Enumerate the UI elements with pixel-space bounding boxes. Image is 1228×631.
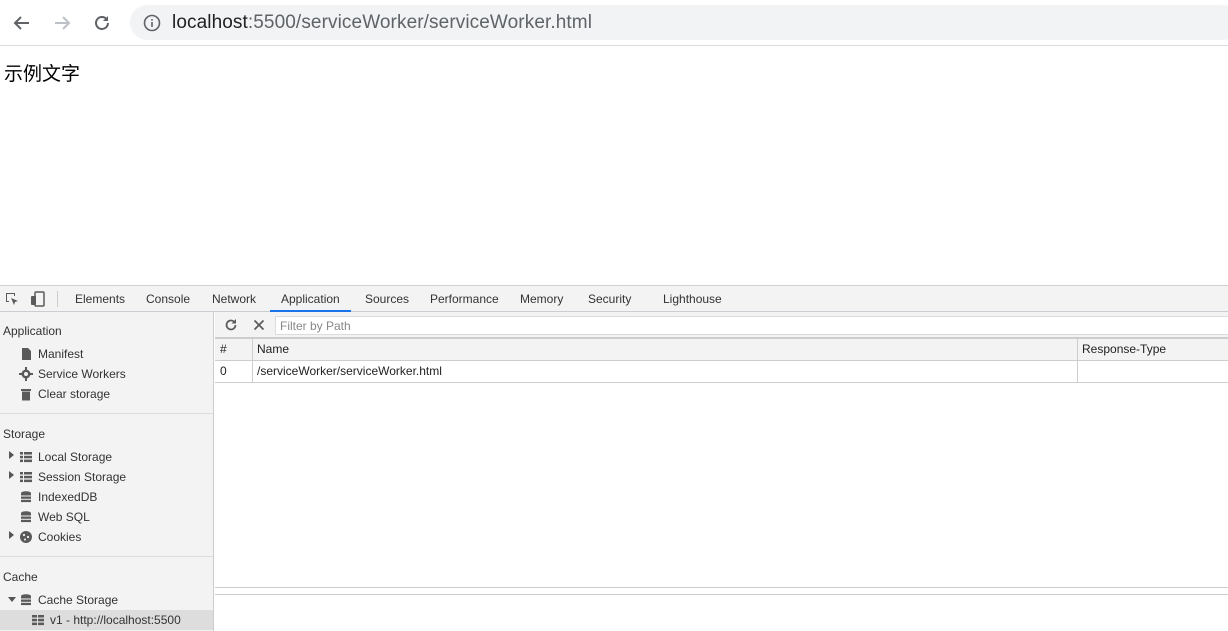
url-text: localhost:5500/serviceWorker/serviceWork…	[172, 12, 592, 34]
column-header-name[interactable]: Name	[252, 339, 1077, 360]
sidebar-item-cache-v1[interactable]: v1 - http://localhost:5500	[0, 610, 213, 630]
sidebar-item-label: v1 - http://localhost:5500	[50, 613, 181, 627]
tab-network[interactable]: Network	[212, 286, 256, 312]
preview-pane-divider[interactable]	[215, 594, 1228, 595]
document-icon	[22, 348, 31, 360]
address-bar[interactable]: localhost:5500/serviceWorker/serviceWork…	[130, 5, 1228, 40]
sidebar-item-label: Clear storage	[38, 387, 111, 401]
column-divider[interactable]	[1077, 339, 1078, 382]
sidebar-item-manifest[interactable]: Manifest	[0, 344, 213, 364]
forward-button[interactable]	[50, 11, 74, 35]
collapse-arrow-icon[interactable]	[8, 597, 16, 602]
sidebar-item-clear-storage[interactable]: Clear storage	[0, 384, 213, 404]
trash-icon	[21, 389, 31, 401]
sidebar-item-service-workers[interactable]: Service Workers	[0, 364, 213, 384]
column-header-index[interactable]: #	[215, 339, 252, 360]
cache-entries-table: # Name Response-Type 0 /serviceWorker/se…	[215, 338, 1228, 588]
info-icon[interactable]	[143, 14, 161, 32]
application-sidebar: Application Manifest Service Workers Cle…	[0, 312, 214, 631]
sidebar-divider	[0, 556, 213, 557]
row-index: 0	[220, 364, 227, 378]
close-icon[interactable]	[251, 317, 267, 333]
table-grid-icon	[20, 472, 32, 483]
browser-toolbar: localhost:5500/serviceWorker/serviceWork…	[0, 0, 1228, 46]
sidebar-item-label: IndexedDB	[38, 490, 98, 504]
database-icon	[21, 594, 31, 606]
database-icon	[21, 491, 31, 503]
reload-button[interactable]	[90, 11, 114, 35]
tab-console[interactable]: Console	[146, 286, 190, 312]
section-application: Application	[3, 324, 62, 338]
url-path: :5500/serviceWorker/serviceWorker.html	[247, 12, 593, 33]
sidebar-item-local-storage[interactable]: Local Storage	[0, 447, 213, 467]
refresh-icon[interactable]	[223, 317, 239, 333]
page-sample-text: 示例文字	[4, 63, 81, 85]
sidebar-item-label: Web SQL	[38, 510, 90, 524]
cache-storage-panel: # Name Response-Type 0 /serviceWorker/se…	[215, 312, 1228, 631]
tab-memory[interactable]: Memory	[520, 286, 563, 312]
gear-icon	[19, 367, 33, 381]
sidebar-divider	[0, 413, 213, 414]
cache-toolbar	[215, 312, 1228, 338]
tab-performance[interactable]: Performance	[430, 286, 499, 312]
cookie-icon	[20, 531, 32, 543]
section-storage: Storage	[3, 427, 46, 441]
row-response-type	[1077, 361, 1228, 382]
tab-security[interactable]: Security	[588, 286, 631, 312]
sidebar-item-web-sql[interactable]: Web SQL	[0, 507, 213, 527]
sidebar-item-indexeddb[interactable]: IndexedDB	[0, 487, 213, 507]
row-name: /serviceWorker/serviceWorker.html	[257, 364, 442, 378]
expand-arrow-icon[interactable]	[9, 531, 14, 539]
section-cache: Cache	[3, 570, 38, 584]
sidebar-item-session-storage[interactable]: Session Storage	[0, 467, 213, 487]
inspect-element-icon[interactable]	[4, 291, 20, 307]
column-header-response-type[interactable]: Response-Type	[1077, 339, 1228, 360]
expand-arrow-icon[interactable]	[9, 471, 14, 479]
column-divider[interactable]	[252, 339, 253, 382]
tab-lighthouse[interactable]: Lighthouse	[663, 286, 722, 312]
device-toolbar-icon[interactable]	[30, 291, 46, 307]
tab-sources[interactable]: Sources	[365, 286, 409, 312]
toolbar-divider	[57, 291, 58, 307]
filter-by-path-input[interactable]	[275, 316, 1228, 335]
sidebar-item-label: Local Storage	[38, 450, 113, 464]
sidebar-item-cache-storage[interactable]: Cache Storage	[0, 590, 213, 610]
url-host: localhost	[172, 12, 248, 33]
sidebar-item-label: Cache Storage	[38, 593, 119, 607]
back-button[interactable]	[10, 11, 34, 35]
tab-elements[interactable]: Elements	[75, 286, 125, 312]
sidebar-item-label: Cookies	[38, 530, 82, 544]
reload-icon	[95, 16, 109, 30]
sidebar-item-cookies[interactable]: Cookies	[0, 527, 213, 547]
sidebar-item-label: Service Workers	[38, 367, 126, 381]
database-icon	[21, 511, 31, 523]
table-grid-icon	[32, 615, 44, 626]
expand-arrow-icon[interactable]	[9, 451, 14, 459]
table-grid-icon	[20, 452, 32, 463]
tab-application[interactable]: Application	[270, 286, 351, 312]
sidebar-item-label: Manifest	[38, 347, 84, 361]
arrow-right-icon	[55, 16, 71, 30]
arrow-left-icon	[13, 16, 29, 30]
sidebar-item-label: Session Storage	[38, 470, 127, 484]
devtools-tabbar: Elements Console Network Application Sou…	[0, 285, 1228, 312]
